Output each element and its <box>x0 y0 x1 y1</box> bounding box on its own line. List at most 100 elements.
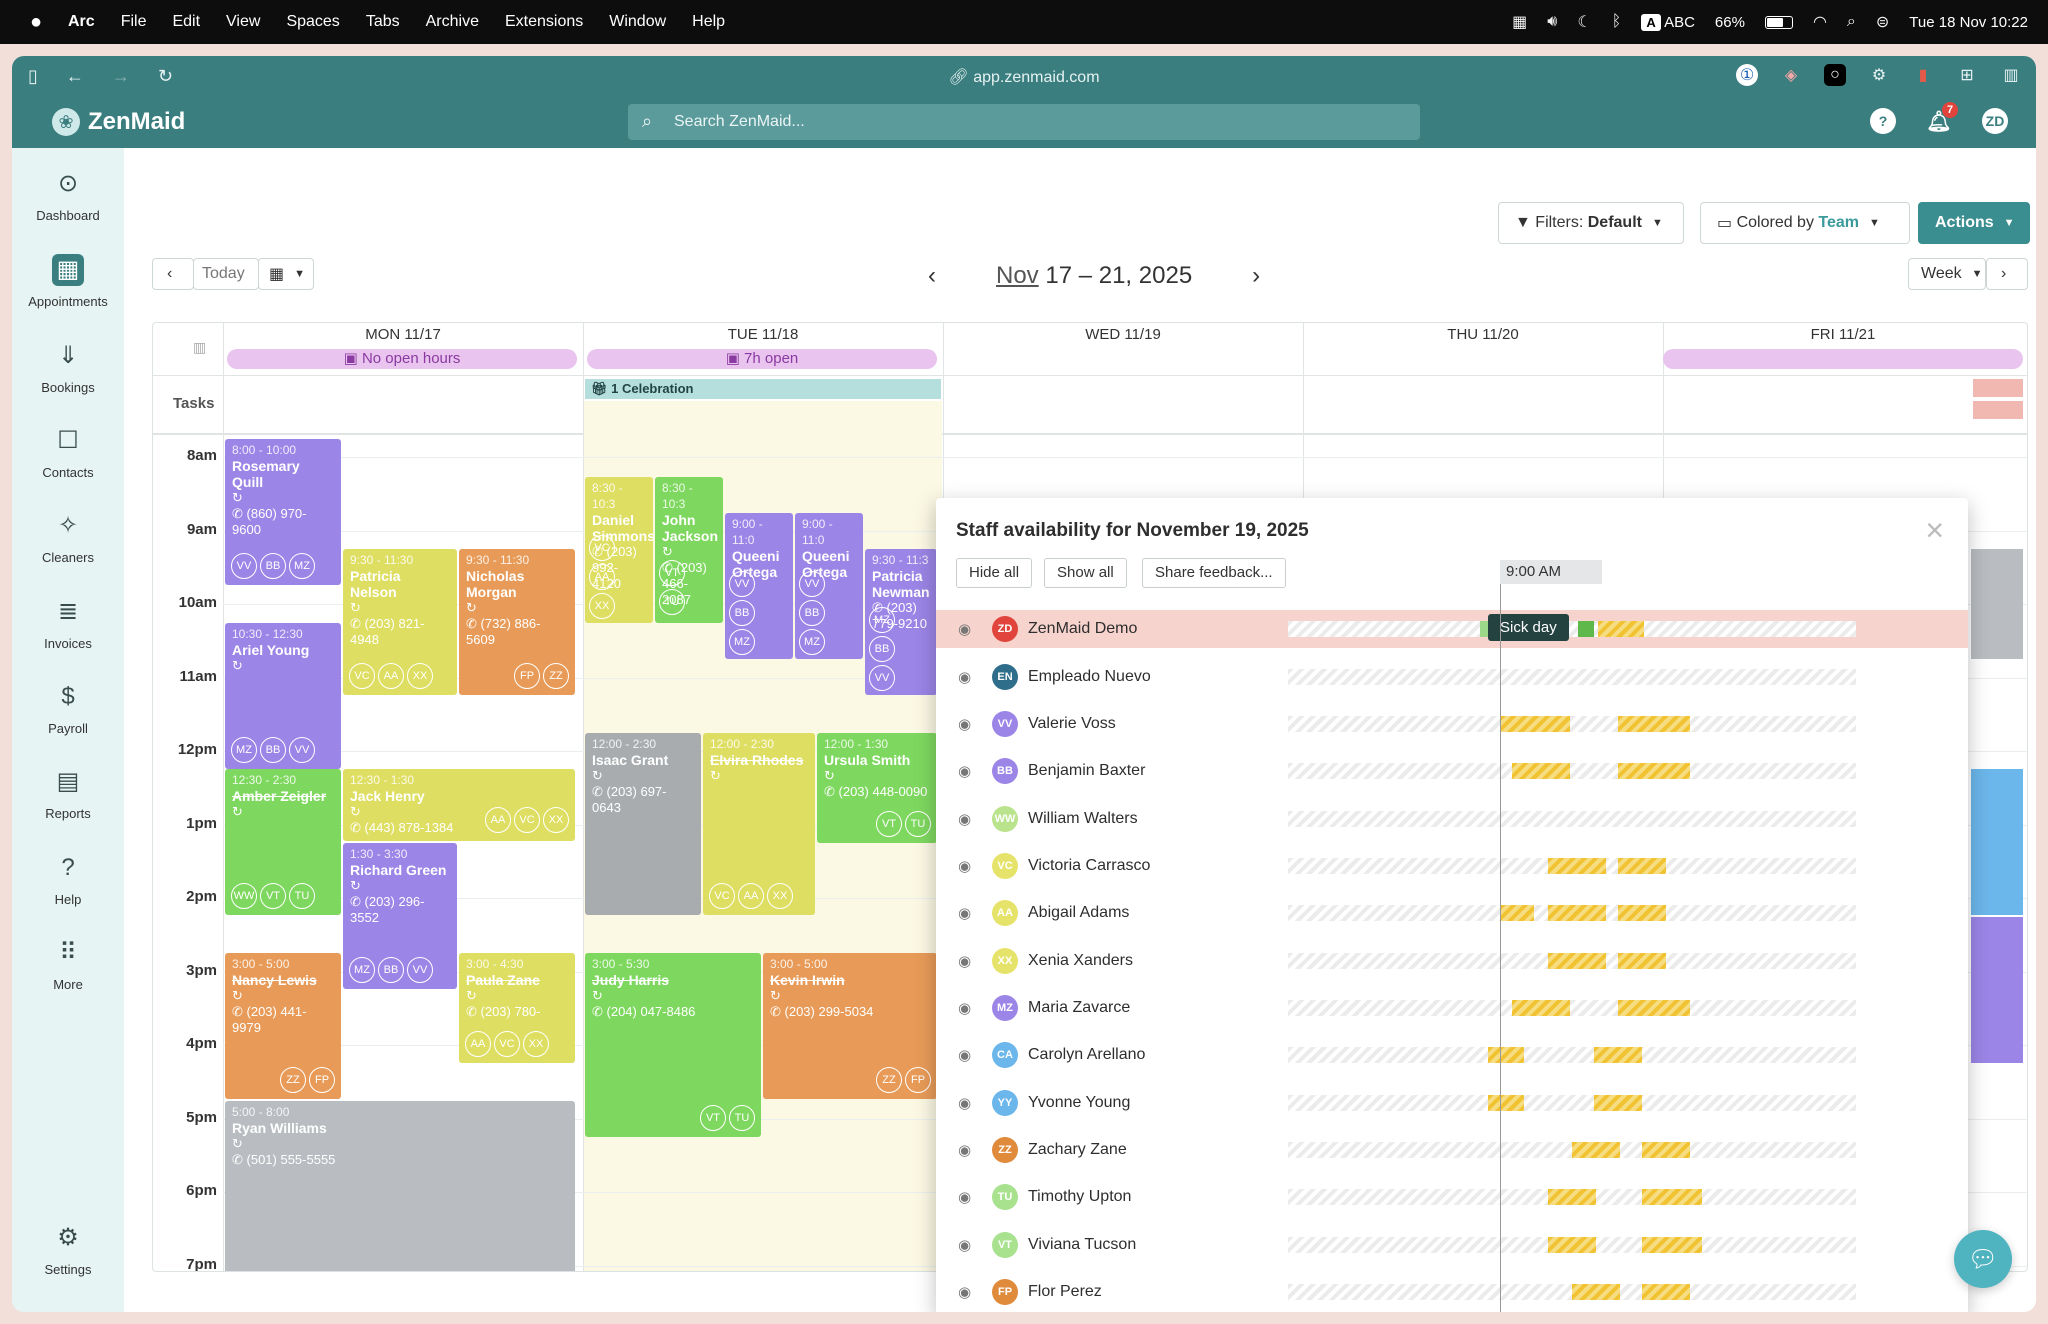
staff-row[interactable]: ◉ EN Empleado Nuevo <box>936 658 1968 696</box>
prev-range-icon[interactable]: ‹ <box>928 262 936 290</box>
staff-row[interactable]: ◉ YY Yvonne Young <box>936 1084 1968 1122</box>
sidebar-item-more[interactable]: ⠿ More <box>12 937 124 992</box>
next-range-icon[interactable]: › <box>1252 262 1260 290</box>
sidebar-item-dashboard[interactable]: ⊙ Dashboard <box>12 168 124 223</box>
appointment-card[interactable]: 3:00 - 5:00 Kevin Irwin ↻ ✆ (203) 299-5034 … <box>763 953 937 1099</box>
appointment-card[interactable]: 12:30 - 2:30 Amber Zeigler ↻ WW VT TU <box>225 769 341 915</box>
sidebar-item-bookings[interactable]: ⇓ Bookings <box>12 340 124 395</box>
volume-icon[interactable]: 🔊︎ <box>1547 13 1557 31</box>
staff-row[interactable]: ◉ ZD ZenMaid Demo Sick day <box>936 610 1968 648</box>
layout-icon[interactable]: ▦ <box>1512 12 1527 32</box>
sidebar-item-help[interactable]: ? Help <box>12 852 124 907</box>
staff-row[interactable]: ◉ TU Timothy Upton <box>936 1178 1968 1216</box>
appointment-card[interactable]: 12:00 - 1:30 Ursula Smith ↻ ✆ (203) 448-009… <box>817 733 937 843</box>
eye-icon[interactable]: ◉ <box>958 762 971 780</box>
sidebar-item-cleaners[interactable]: ✧ Cleaners <box>12 510 124 565</box>
appointment-card[interactable]: 9:30 - 11:3 Patricia Newman ✆ (203) 779-92… <box>865 549 937 695</box>
eye-icon[interactable]: ◉ <box>958 1046 971 1064</box>
eye-icon[interactable]: ◉ <box>958 668 971 686</box>
staff-row[interactable]: ◉ CA Carolyn Arellano <box>936 1036 1968 1074</box>
battery-icon[interactable] <box>1764 15 1793 29</box>
staff-row[interactable]: ◉ VT Viviana Tucson <box>936 1226 1968 1264</box>
eye-icon[interactable]: ◉ <box>958 1236 971 1254</box>
clock[interactable]: Tue 18 Nov 10:22 <box>1909 14 2028 31</box>
appointment-card[interactable]: 8:30 - 10:3 John Jackson ↻ ✆ (203) 466-2087… <box>655 477 723 623</box>
eye-icon[interactable]: ◉ <box>958 904 971 922</box>
sidebar-item-appointments[interactable]: ▦ Appointments <box>12 254 124 309</box>
day-header-fri[interactable]: FRI 11/21 <box>1663 323 2023 347</box>
celebration-bar[interactable]: 🎁︎ 1 Celebration <box>585 379 941 399</box>
day-header-wed[interactable]: WED 11/19 <box>943 323 1303 347</box>
appointment-card[interactable]: 8:00 - 10:00 Rosemary Quill ↻ ✆ (860) 970-9… <box>225 439 341 585</box>
control-center-icon[interactable]: ⊜ <box>1876 12 1889 32</box>
colored-by-button[interactable]: ▭ Colored by Team ▼ <box>1700 202 1910 244</box>
appointment-card[interactable]: 10:30 - 12:30 Ariel Young ↻ MZ BB VV <box>225 623 341 769</box>
appointment-card[interactable]: 12:30 - 1:30 Jack Henry ↻ ✆ (443) 878-1384 … <box>343 769 575 841</box>
chart-icon[interactable]: ▥ <box>193 339 206 356</box>
moon-icon[interactable]: ☾ <box>1577 12 1591 32</box>
extension-dark-icon[interactable]: ○ <box>1824 64 1846 86</box>
extensions-icon[interactable]: ⊞ <box>1956 64 1978 86</box>
staff-row[interactable]: ◉ XX Xenia Xanders <box>936 942 1968 980</box>
bluetooth-icon[interactable]: ᛒ <box>1612 13 1622 31</box>
menu-view[interactable]: View <box>226 13 260 31</box>
date-picker-button[interactable]: ▦ ▼ <box>258 258 314 290</box>
zenmaid-logo[interactable]: ❀ ZenMaid <box>52 108 185 136</box>
user-avatar[interactable]: ZD <box>1982 108 2008 134</box>
menu-edit[interactable]: Edit <box>172 13 200 31</box>
staff-row[interactable]: ◉ FP Flor Perez <box>936 1273 1968 1311</box>
staff-row[interactable]: ◉ ZZ Zachary Zane <box>936 1131 1968 1169</box>
eye-icon[interactable]: ◉ <box>958 715 971 733</box>
search-input[interactable]: ⌕ Search ZenMaid... <box>628 104 1420 140</box>
apple-icon[interactable]: ● <box>24 11 48 34</box>
show-all-button[interactable]: Show all <box>1044 558 1127 588</box>
staff-row[interactable]: ◉ AA Abigail Adams <box>936 894 1968 932</box>
eye-icon[interactable]: ◉ <box>958 857 971 875</box>
view-select[interactable]: Week ▼ <box>1908 258 1986 290</box>
staff-row[interactable]: ◉ BB Benjamin Baxter <box>936 752 1968 790</box>
eye-icon[interactable]: ◉ <box>958 1188 971 1206</box>
chat-launcher-icon[interactable]: 💬︎ <box>1954 1230 2012 1288</box>
sidebar-item-contacts[interactable]: ☐ Contacts <box>12 425 124 480</box>
menu-tabs[interactable]: Tabs <box>366 13 400 31</box>
filters-button[interactable]: ▼ Filters: Default ▼ <box>1498 202 1684 244</box>
url-bar[interactable]: 🔗︎ app.zenmaid.com <box>12 67 2036 87</box>
appointment-card[interactable]: 5:00 - 8:00 Ryan Williams ↻ ✆ (501) 555-555… <box>225 1101 575 1271</box>
appointment-card[interactable]: 9:00 - 11:0 Queeni Ortega VV BB MZ <box>795 513 863 659</box>
eye-icon[interactable]: ◉ <box>958 620 971 638</box>
help-circle-icon[interactable]: ? <box>1870 108 1896 134</box>
eye-icon[interactable]: ◉ <box>958 1141 971 1159</box>
sidebar-item-invoices[interactable]: ≣ Invoices <box>12 596 124 651</box>
wifi-icon[interactable]: ◠ <box>1813 12 1827 32</box>
appointment-card[interactable]: 9:00 - 11:0 Queeni Ortega VV BB MZ <box>725 513 793 659</box>
eye-icon[interactable]: ◉ <box>958 1283 971 1301</box>
menu-file[interactable]: File <box>121 13 147 31</box>
staff-row[interactable]: ◉ VC Victoria Carrasco <box>936 847 1968 885</box>
appointment-card[interactable]: 3:00 - 5:30 Judy Harris ↻ ✆ (204) 047-8486 … <box>585 953 761 1137</box>
next-week-button[interactable]: › <box>1986 258 2028 290</box>
share-feedback-button[interactable]: Share feedback... <box>1142 558 1286 588</box>
staff-row[interactable]: ◉ WW William Walters <box>936 800 1968 838</box>
hide-all-button[interactable]: Hide all <box>956 558 1033 588</box>
close-icon[interactable]: × <box>1925 512 1944 549</box>
today-button[interactable]: Today <box>193 258 259 290</box>
split-view-icon[interactable]: ▥ <box>2000 64 2022 86</box>
extension-gear-icon[interactable]: ⚙ <box>1868 64 1890 86</box>
menu-spaces[interactable]: Spaces <box>286 13 339 31</box>
day-header-thu[interactable]: THU 11/20 <box>1303 323 1663 347</box>
sidebar-item-settings[interactable]: ⚙ Settings <box>12 1222 124 1277</box>
open-hours-pill-mon[interactable]: ▣ No open hours <box>227 349 577 369</box>
eye-icon[interactable]: ◉ <box>958 1094 971 1112</box>
bell-icon[interactable]: 🔔︎ 7 <box>1926 102 1958 134</box>
menu-app[interactable]: Arc <box>68 13 95 31</box>
prev-week-button[interactable]: ‹ <box>152 258 194 290</box>
staff-row[interactable]: ◉ MZ Maria Zavarce <box>936 989 1968 1027</box>
eye-icon[interactable]: ◉ <box>958 952 971 970</box>
eye-icon[interactable]: ◉ <box>958 999 971 1017</box>
menu-window[interactable]: Window <box>609 13 666 31</box>
day-header-mon[interactable]: MON 11/17 <box>223 323 583 347</box>
appointment-card[interactable]: 3:00 - 4:30 Paula Zane ↻ ✆ (203) 780- AA VC X… <box>459 953 575 1063</box>
menu-extensions[interactable]: Extensions <box>505 13 583 31</box>
appointment-card[interactable]: 1:30 - 3:30 Richard Green ↻ ✆ (203) 296-355… <box>343 843 457 989</box>
appointment-card[interactable]: 12:00 - 2:30 Elvira Rhodes ↻ VC AA XX <box>703 733 815 915</box>
